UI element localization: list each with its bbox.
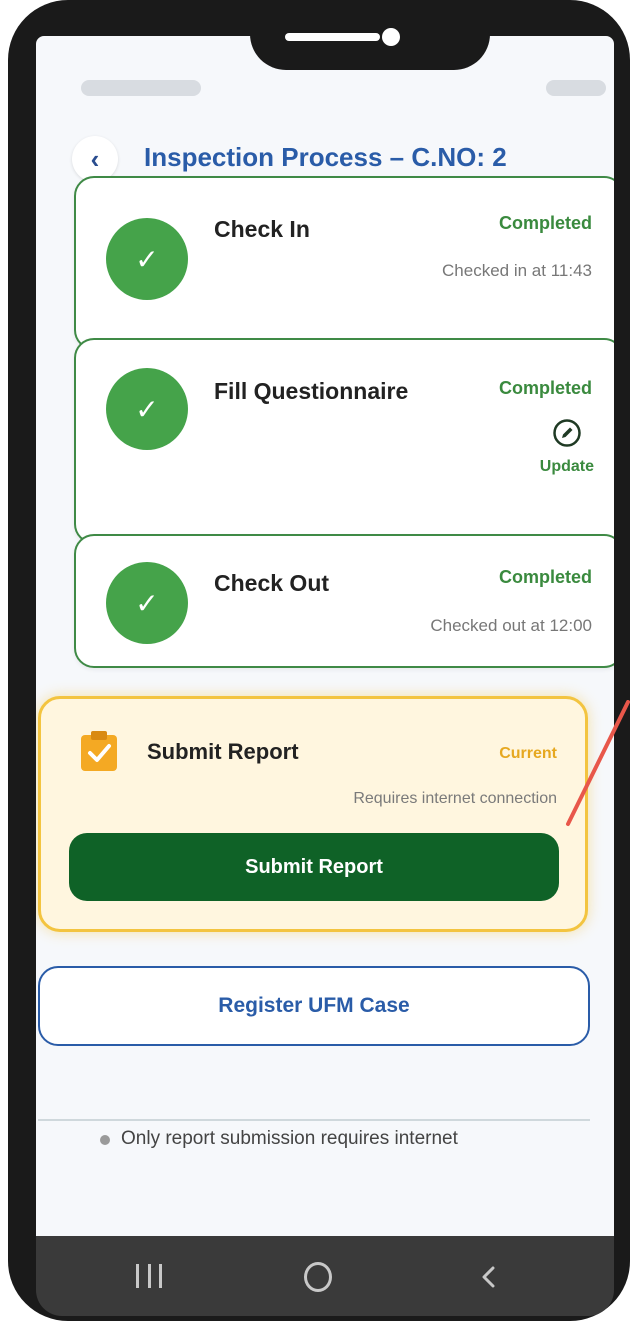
step-card-submit-report: Submit Report Current Requires internet …	[38, 696, 588, 932]
footer-note: Only report submission requires internet	[121, 1128, 458, 1149]
status-bar-right	[546, 80, 606, 96]
step-detail: Checked in at 11:43	[442, 261, 592, 280]
speaker-grille	[285, 33, 380, 41]
step-detail: Checked out at 12:00	[430, 616, 592, 635]
back-icon[interactable]	[474, 1262, 504, 1292]
divider	[38, 1119, 590, 1121]
page-title: Inspection Process – C.NO: 2	[144, 142, 507, 172]
recent-apps-icon[interactable]	[136, 1264, 162, 1288]
step-status: Completed	[498, 378, 592, 398]
step-status: Completed	[498, 213, 592, 233]
update-link[interactable]: Update	[540, 458, 594, 476]
step-title: Submit Report	[147, 739, 299, 764]
step-title: Fill Questionnaire	[214, 378, 409, 404]
step-status: Completed	[498, 567, 592, 587]
step-card-check-in: ✓ Check In Completed Checked in at 11:43	[74, 176, 614, 350]
step-title: Check Out	[214, 570, 330, 596]
step-card-check-out: ✓ Check Out Completed Checked out at 12:…	[74, 534, 614, 668]
bullet-dot-icon	[100, 1135, 110, 1145]
step-detail: Requires internet connection	[353, 790, 557, 807]
submit-report-button[interactable]: Submit Report	[69, 833, 559, 901]
register-ufm-case-button[interactable]: Register UFM Case	[38, 966, 590, 1046]
annotation-line	[566, 700, 630, 826]
edit-icon[interactable]	[550, 416, 584, 450]
clipboard-check-icon	[77, 729, 121, 773]
status-bar-left	[81, 80, 201, 96]
app-screen: ‹ Inspection Process – C.NO: 2 ✓ Check I…	[36, 36, 614, 1288]
step-status: Current	[499, 745, 557, 762]
check-circle-icon: ✓	[106, 218, 188, 300]
step-title: Check In	[214, 216, 310, 242]
check-circle-icon: ✓	[106, 368, 188, 450]
home-icon[interactable]	[304, 1262, 332, 1292]
camera-dot	[382, 28, 400, 46]
check-circle-icon: ✓	[106, 562, 188, 644]
step-card-fill-questionnaire: ✓ Fill Questionnaire Completed Update	[74, 338, 614, 544]
system-nav-bar	[36, 1236, 614, 1316]
chevron-left-icon: ‹	[90, 143, 100, 174]
